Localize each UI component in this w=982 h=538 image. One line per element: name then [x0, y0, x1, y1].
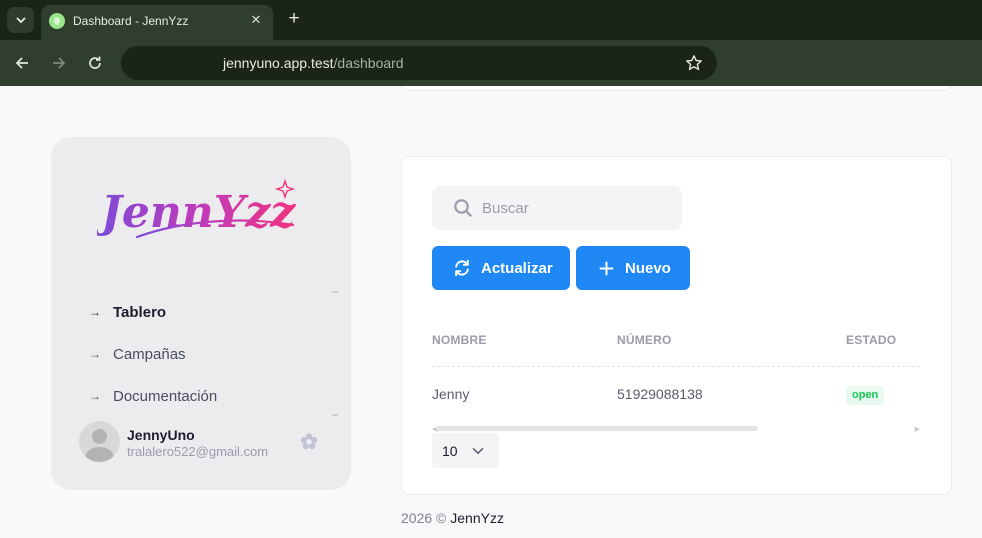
- refresh-button-label: Actualizar: [481, 259, 553, 277]
- url-host: jennyuno.app.test: [223, 55, 334, 71]
- sidebar-item-label: Documentación: [113, 387, 218, 405]
- tab-favicon-icon: [49, 13, 65, 29]
- sidebar-item-label: Campañas: [113, 345, 186, 363]
- column-header-numero[interactable]: NÚMERO: [617, 333, 672, 347]
- browser-toolbar: jennyuno.app.test/dashboard: [0, 40, 982, 86]
- refresh-icon: [455, 259, 469, 277]
- cell-nombre: Jenny: [432, 386, 470, 402]
- column-header-nombre[interactable]: NOMBRE: [432, 333, 487, 347]
- table-divider: [432, 366, 920, 367]
- avatar[interactable]: [79, 421, 120, 462]
- refresh-button[interactable]: Actualizar: [432, 246, 570, 290]
- arrow-right-icon: [53, 57, 66, 69]
- page-size-select[interactable]: 10: [432, 433, 499, 468]
- logo-text: JennYzz: [97, 187, 296, 238]
- sidebar-item-campanas[interactable]: → Campañas: [89, 343, 186, 365]
- plus-icon: [599, 261, 614, 275]
- page-content: JennYzz → Tablero → Campañas → Documenta…: [0, 86, 982, 538]
- footer-brand[interactable]: JennYzz: [450, 510, 504, 526]
- browser-tab[interactable]: Dashboard - JennYzz ✕: [41, 5, 273, 40]
- url-path: /dashboard: [333, 55, 404, 71]
- close-icon[interactable]: ✕: [247, 11, 265, 29]
- back-button[interactable]: [10, 51, 34, 75]
- user-name: JennyUno: [127, 427, 195, 443]
- jennyzz-logo: JennYzz: [97, 178, 296, 239]
- scroll-indicator: [332, 414, 338, 416]
- card-edge: [401, 86, 952, 91]
- sidebar: JennYzz → Tablero → Campañas → Documenta…: [51, 137, 351, 490]
- page-size-value: 10: [442, 442, 458, 459]
- scrollbar-thumb[interactable]: [436, 426, 758, 431]
- new-button-label: Nuevo: [625, 259, 671, 277]
- reload-icon: [89, 56, 101, 69]
- user-profile[interactable]: JennyUno tralalero522@gmail.com: [79, 421, 329, 465]
- search-input[interactable]: [482, 186, 672, 230]
- status-badge: open: [846, 386, 885, 405]
- column-header-estado[interactable]: ESTADO: [846, 333, 896, 347]
- chevron-down-icon: [472, 448, 484, 454]
- arrow-right-icon: →: [89, 389, 101, 403]
- arrow-right-icon: →: [89, 305, 101, 319]
- horizontal-scrollbar[interactable]: ◀ ▶: [432, 425, 920, 433]
- footer-year: 2026: [401, 510, 433, 526]
- forward-button[interactable]: [47, 51, 71, 75]
- bookmark-star-icon[interactable]: [685, 54, 703, 72]
- reload-button[interactable]: [83, 51, 107, 75]
- footer: 2026 © JennYzz: [401, 510, 504, 526]
- url-text: jennyuno.app.test/dashboard: [223, 55, 404, 71]
- address-bar[interactable]: jennyuno.app.test/dashboard: [121, 46, 717, 80]
- search-icon: [454, 199, 472, 217]
- scroll-indicator: [332, 291, 338, 293]
- new-button[interactable]: Nuevo: [576, 246, 690, 290]
- chevron-down-icon: [15, 17, 26, 24]
- user-email: tralalero522@gmail.com: [127, 444, 269, 459]
- cell-numero: 51929088138: [617, 386, 703, 402]
- contacts-card: Actualizar Nuevo NOMBRE NÚMERO ESTADO Je…: [401, 156, 952, 495]
- sidebar-item-label: Tablero: [113, 303, 167, 321]
- copyright-symbol: ©: [436, 510, 447, 526]
- theme-toggle-icon[interactable]: [299, 432, 319, 452]
- arrow-left-icon: [15, 57, 28, 69]
- search-box[interactable]: [432, 186, 682, 230]
- arrow-right-icon: →: [89, 347, 101, 361]
- sidebar-item-tablero[interactable]: → Tablero: [89, 301, 166, 323]
- tab-title: Dashboard - JennYzz: [73, 14, 189, 28]
- tab-search-button[interactable]: [7, 7, 34, 33]
- new-tab-button[interactable]: +: [284, 8, 304, 30]
- scroll-right-icon[interactable]: ▶: [915, 425, 920, 433]
- sidebar-item-documentacion[interactable]: → Documentación: [89, 385, 217, 407]
- browser-tab-bar: Dashboard - JennYzz ✕ +: [0, 0, 982, 40]
